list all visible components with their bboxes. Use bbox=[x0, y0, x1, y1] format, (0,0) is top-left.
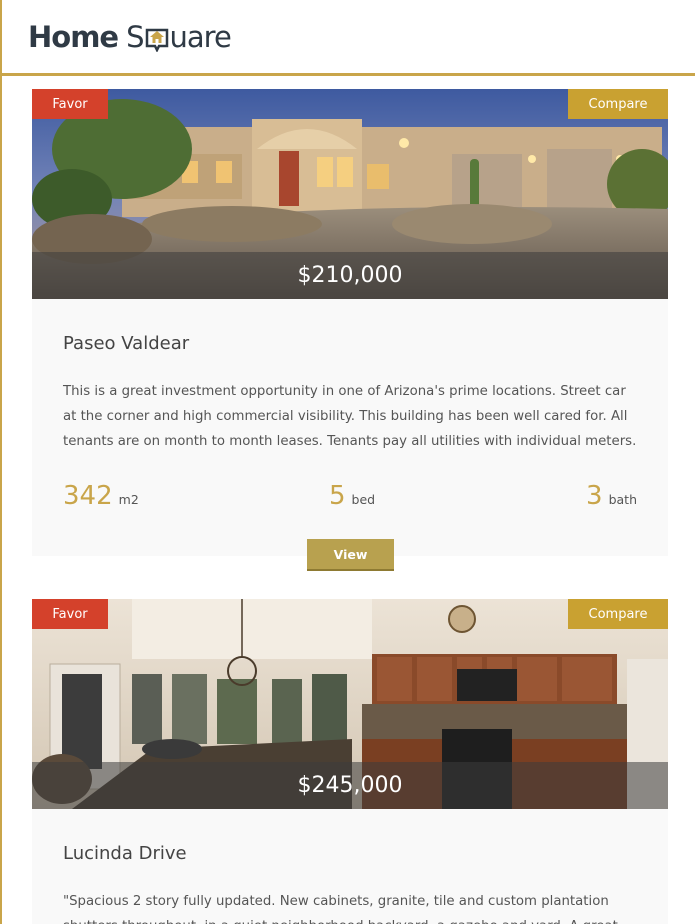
listing-title[interactable]: Lucinda Drive bbox=[63, 843, 187, 864]
bath-stat: 3 bath bbox=[586, 481, 637, 511]
listing-description: "Spacious 2 story fully updated. New cab… bbox=[63, 894, 618, 924]
bed-stat: 5 bed bbox=[329, 481, 375, 511]
compare-button[interactable]: Compare bbox=[568, 599, 668, 629]
listing-card: $245,000 Favor Compare Lucinda Drive "Sp… bbox=[32, 599, 668, 924]
logo-letter-s: S bbox=[126, 20, 144, 54]
listing-photo[interactable]: $210,000 Favor Compare bbox=[32, 89, 668, 299]
listing-price: $210,000 bbox=[297, 263, 403, 288]
favor-button[interactable]: Favor bbox=[32, 89, 108, 119]
page-frame: Home S uare $210,000 Favor Compare Paseo… bbox=[0, 0, 695, 924]
listing-description: This is a great investment opportunity i… bbox=[63, 384, 637, 449]
view-button[interactable]: View bbox=[307, 539, 394, 571]
bath-value: 3 bbox=[586, 481, 603, 511]
home-square-logo[interactable]: Home S uare bbox=[28, 18, 232, 54]
listing-card: $210,000 Favor Compare Paseo Valdear Thi… bbox=[32, 89, 668, 571]
compare-button[interactable]: Compare bbox=[568, 89, 668, 119]
area-stat: 342 m2 bbox=[63, 481, 139, 511]
bath-unit: bath bbox=[608, 492, 637, 507]
bed-unit: bed bbox=[351, 492, 376, 507]
area-unit: m2 bbox=[118, 492, 139, 507]
site-header: Home S uare bbox=[2, 0, 695, 76]
house-icon bbox=[145, 22, 169, 52]
price-band: $210,000 bbox=[32, 252, 668, 299]
listing-price: $245,000 bbox=[297, 773, 403, 798]
logo-word-uare: uare bbox=[169, 20, 232, 54]
bed-value: 5 bbox=[329, 481, 346, 511]
area-value: 342 bbox=[63, 481, 113, 511]
favor-button[interactable]: Favor bbox=[32, 599, 108, 629]
price-band: $245,000 bbox=[32, 762, 668, 809]
logo-word-home: Home bbox=[28, 20, 119, 54]
listing-title[interactable]: Paseo Valdear bbox=[63, 333, 189, 354]
listing-photo[interactable]: $245,000 Favor Compare bbox=[32, 599, 668, 809]
